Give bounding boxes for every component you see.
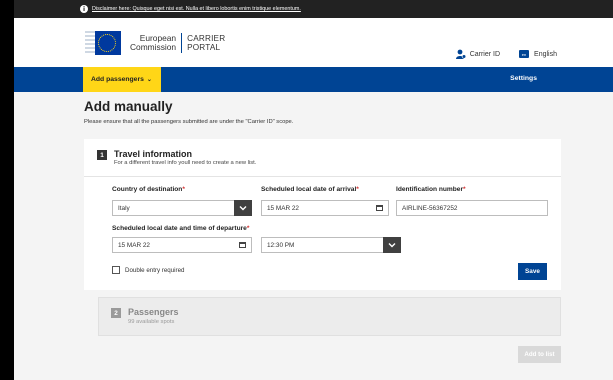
settings-link[interactable]: Settings <box>510 75 537 82</box>
double-entry-row: Double entry required <box>112 266 185 274</box>
add-passengers-menu[interactable]: Add passengers ⌄ <box>83 67 161 92</box>
page-title: Add manually <box>84 99 173 114</box>
departure-label: Scheduled local date and time of departu… <box>112 225 250 232</box>
double-entry-label: Double entry required <box>125 266 185 274</box>
carrier-id-link[interactable]: Carrier ID <box>470 51 500 58</box>
step-number: 1 <box>97 150 107 160</box>
calendar-icon[interactable] <box>376 205 383 211</box>
double-entry-checkbox[interactable] <box>112 266 120 274</box>
divider <box>84 176 561 177</box>
calendar-icon[interactable] <box>239 242 246 248</box>
travel-info-title: Travel information <box>114 149 193 159</box>
site-header: European Commission CARRIER PORTAL Carri… <box>14 18 613 67</box>
page-subtitle: Please ensure that all the passengers su… <box>84 119 294 125</box>
passengers-title: Passengers <box>128 307 179 317</box>
departure-date-input[interactable]: 15 MAR 22 <box>112 237 252 253</box>
eu-flag-icon <box>85 31 121 55</box>
save-button[interactable]: Save <box>518 263 547 280</box>
main-nav: Add passengers ⌄ Settings <box>14 67 613 92</box>
step-number: 2 <box>111 308 121 318</box>
id-number-input[interactable]: AIRLINE-56367252 <box>396 200 548 216</box>
portal-name: CARRIER PORTAL <box>187 34 226 52</box>
travel-info-subtitle: For a different travel info youll need t… <box>114 160 257 166</box>
id-number-label: Identification number* <box>396 186 466 193</box>
info-icon: i <box>80 5 88 13</box>
passengers-subtitle: 99 available spots <box>128 319 175 325</box>
chevron-down-icon <box>383 237 401 253</box>
language-selector[interactable]: English <box>534 51 557 58</box>
travel-info-card: 1 Travel information For a different tra… <box>84 139 561 290</box>
country-label: Country of destination* <box>112 186 185 193</box>
add-to-list-button[interactable]: Add to list <box>518 346 561 363</box>
departure-time-select[interactable]: 12:30 PM <box>261 237 401 253</box>
country-select[interactable]: Italy <box>112 200 252 216</box>
chevron-down-icon: ⌄ <box>146 77 152 83</box>
arrival-date-input[interactable]: 15 MAR 22 <box>261 200 389 216</box>
chevron-down-icon <box>234 200 252 216</box>
ec-logo[interactable]: European Commission CARRIER PORTAL <box>85 31 225 55</box>
passengers-card[interactable]: 2 Passengers 99 available spots <box>98 297 561 336</box>
carrier-id-icon <box>455 49 466 59</box>
disclaimer-bar: i Disclaimer here: Quisque eget nisi est… <box>14 0 613 18</box>
logo-separator <box>181 33 183 53</box>
language-icon: en <box>519 50 530 58</box>
ec-name: European Commission <box>130 33 177 52</box>
disclaimer-link[interactable]: Disclaimer here: Quisque eget nisi est. … <box>92 6 301 12</box>
browser-viewport: i Disclaimer here: Quisque eget nisi est… <box>14 0 613 380</box>
arrival-label: Scheduled local date of arrival* <box>261 186 359 193</box>
header-actions: Carrier ID en English <box>455 49 557 59</box>
